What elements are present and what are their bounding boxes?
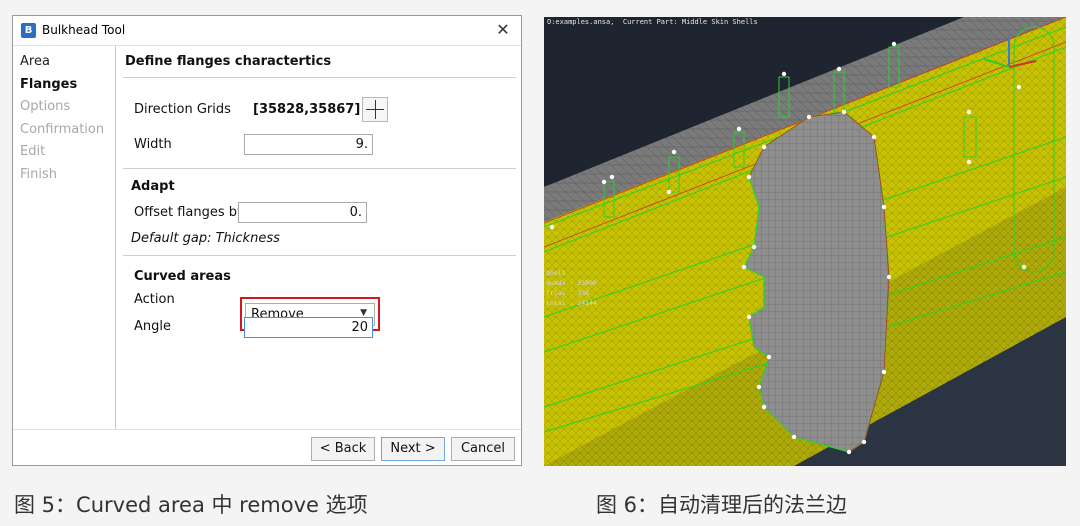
angle-input[interactable]: 20 xyxy=(244,317,373,338)
offset-flanges-label: Offset flanges by xyxy=(134,205,245,220)
removed-area xyxy=(743,111,890,453)
viewport-header: O:examples.ansa, Current Part: Middle Sk… xyxy=(547,18,758,26)
adapt-title: Adapt xyxy=(131,179,175,194)
app-logo-icon: B xyxy=(21,23,36,38)
bulkhead-tool-dialog: B Bulkhead Tool ✕ Area Flanges Options C… xyxy=(12,15,522,466)
caption-figure-6: 图 6：自动清理后的法兰边 xyxy=(596,493,848,517)
mesh-render xyxy=(544,17,1066,466)
nav-item-confirmation: Confirmation xyxy=(20,122,105,137)
width-label: Width xyxy=(134,137,172,152)
caption-figure-5: 图 5：Curved area 中 remove 选项 xyxy=(14,493,368,517)
dialog-title: Bulkhead Tool xyxy=(42,23,126,37)
nav-item-finish: Finish xyxy=(20,167,58,182)
stats-title: Shell xyxy=(546,269,566,277)
divider xyxy=(123,255,516,256)
divider xyxy=(123,168,516,169)
mesh-stats: Shell quads : 23806 trias : 338 total : … xyxy=(546,268,597,308)
stats-total-value: 24144 xyxy=(577,299,597,307)
curved-areas-title: Curved areas xyxy=(134,269,231,284)
back-button[interactable]: < Back xyxy=(311,437,375,461)
nav-item-area[interactable]: Area xyxy=(20,54,50,69)
default-gap-note: Default gap: Thickness xyxy=(131,231,280,246)
nav-item-options: Options xyxy=(20,99,71,114)
nav-item-flanges[interactable]: Flanges xyxy=(20,77,77,92)
direction-grids-value: [35828,35867] xyxy=(253,102,361,117)
stats-trias-value: 338 xyxy=(577,289,590,297)
divider xyxy=(123,77,516,78)
flanges-panel: Define flanges charactertics Direction G… xyxy=(117,46,521,429)
stats-quads-value: 23806 xyxy=(577,279,597,287)
stats-total-label: total : xyxy=(546,299,574,307)
cancel-button[interactable]: Cancel xyxy=(451,437,515,461)
model-viewport[interactable]: O:examples.ansa, Current Part: Middle Sk… xyxy=(544,17,1066,466)
title-bar: B Bulkhead Tool ✕ xyxy=(13,16,521,46)
footer-divider xyxy=(13,429,521,430)
stats-trias-label: trias : xyxy=(546,289,574,297)
action-label: Action xyxy=(134,292,175,307)
offset-flanges-input[interactable]: 0. xyxy=(238,202,367,223)
stats-quads-label: quads : xyxy=(546,279,574,287)
nav-item-edit: Edit xyxy=(20,144,46,159)
add-grid-button[interactable] xyxy=(362,97,388,122)
wizard-steps-nav: Area Flanges Options Confirmation Edit F… xyxy=(13,46,116,429)
section-title: Define flanges charactertics xyxy=(125,54,332,69)
direction-grids-label: Direction Grids xyxy=(134,102,231,117)
angle-label: Angle xyxy=(134,319,171,334)
width-input[interactable]: 9. xyxy=(244,134,373,155)
close-icon[interactable]: ✕ xyxy=(494,21,512,39)
next-button[interactable]: Next > xyxy=(381,437,445,461)
